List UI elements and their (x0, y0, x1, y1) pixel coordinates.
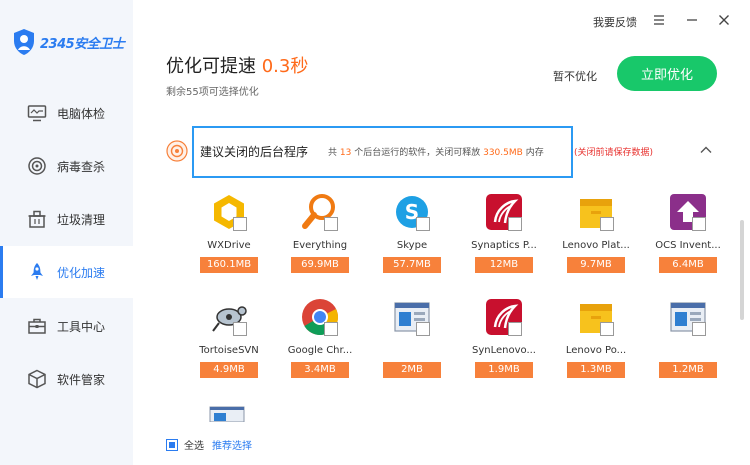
app-item-google-chrome[interactable]: Google Chr... 3.4MB (278, 297, 362, 387)
app-memory-size: 1.3MB (567, 362, 625, 378)
app-name: SynLenovo... (471, 345, 536, 356)
chevron-up-icon[interactable] (699, 143, 713, 157)
app-name: OCS Invent... (655, 240, 721, 251)
sidebar-item-label: 优化加速 (57, 266, 106, 280)
app-name: Lenovo Plat... (562, 240, 630, 251)
sidebar-item-label: 工具中心 (57, 320, 106, 334)
app-checkbox[interactable] (508, 322, 522, 336)
sidebar-item-junk-clean[interactable]: 垃圾清理 (0, 193, 133, 245)
app-memory-size: 3.4MB (291, 362, 349, 378)
app-name: Synaptics P... (471, 240, 537, 251)
app-checkbox[interactable] (600, 322, 614, 336)
sidebar-item-tool-center[interactable]: 工具中心 (0, 300, 133, 352)
app-checkbox[interactable] (233, 217, 247, 231)
app-name: WXDrive (207, 240, 251, 251)
app-checkbox[interactable] (324, 217, 338, 231)
speed-value: 0.3秒 (261, 56, 309, 77)
section-description: 共 13 个后台运行的软件，关闭可释放 330.5MB 内存 (328, 145, 544, 158)
desc-suffix: 内存 (525, 148, 544, 158)
app-item-synaptics[interactable]: Synaptics P... 12MB (462, 192, 546, 282)
trash-icon (28, 210, 46, 228)
app-memory-size: 6.4MB (659, 257, 717, 273)
shield-logo-icon (14, 29, 34, 55)
app-checkbox[interactable] (508, 217, 522, 231)
app-name: Everything (292, 240, 348, 251)
app-name: Skype (396, 240, 428, 251)
app-memory-size: 1.2MB (659, 362, 717, 378)
optimize-now-button[interactable]: 立即优化 (617, 56, 717, 91)
app-item-lenovo-platform[interactable]: Lenovo Plat... 9.7MB (554, 192, 638, 282)
app-memory-size: 69.9MB (291, 257, 349, 273)
sidebar-item-label: 软件管家 (57, 373, 106, 387)
app-memory-size: 4.9MB (200, 362, 258, 378)
sidebar-item-pc-checkup[interactable]: 电脑体检 (0, 87, 133, 139)
save-warning: (关闭前请保存数据) (574, 148, 654, 158)
app-item-skype[interactable]: S Skype 57.7MB (370, 192, 454, 282)
app-name: Lenovo Po... (565, 345, 627, 356)
app-checkbox[interactable] (692, 322, 706, 336)
program-count: 13 (339, 148, 352, 158)
app-item-synlenovo[interactable]: SynLenovo... 1.9MB (462, 297, 546, 387)
app-checkbox[interactable] (233, 322, 247, 336)
logo-text: 2345安全卫士 (40, 36, 125, 52)
sidebar-item-label: 电脑体检 (57, 107, 106, 121)
app-item-unnamed-1[interactable]: 2MB (370, 297, 454, 387)
app-item-wxdrive[interactable]: WXDrive 160.1MB (187, 192, 271, 282)
app-memory-size: 2MB (383, 362, 441, 378)
menu-icon[interactable] (651, 12, 667, 28)
app-item-lenovo-power[interactable]: Lenovo Po... 1.3MB (554, 297, 638, 387)
app-memory-size: 57.7MB (383, 257, 441, 273)
monitor-icon (27, 105, 47, 122)
window-icon (209, 406, 245, 422)
app-logo: 2345安全卫士 (12, 28, 125, 56)
minimize-icon[interactable] (684, 12, 700, 28)
section-title: 建议关闭的后台程序 (200, 145, 309, 159)
remaining-items-text: 剩余55项可选择优化 (166, 87, 259, 98)
desc-prefix: 共 (328, 148, 338, 158)
toolbox-icon (28, 318, 46, 334)
app-memory-size: 12MB (475, 257, 533, 273)
app-memory-size: 9.7MB (567, 257, 625, 273)
desc-mid: 个后台运行的软件，关闭可释放 (354, 148, 481, 158)
scrollbar-thumb[interactable] (740, 220, 744, 320)
box-icon (28, 369, 46, 389)
skip-optimize-button[interactable]: 暂不优化 (553, 68, 597, 84)
app-checkbox[interactable] (416, 322, 430, 336)
footer-controls: 全选 推荐选择 (166, 437, 252, 452)
title-prefix: 优化可提速 (166, 56, 256, 77)
app-name: TortoiseSVN (199, 345, 259, 356)
feedback-button[interactable]: 我要反馈 (593, 14, 637, 30)
sidebar-item-optimize[interactable]: 优化加速 (0, 246, 133, 298)
app-checkbox[interactable] (692, 217, 706, 231)
sidebar-item-label: 垃圾清理 (57, 213, 106, 227)
background-program-icon (166, 140, 188, 162)
close-icon[interactable] (716, 12, 732, 28)
app-item-tortoisesvn[interactable]: TortoiseSVN 4.9MB (187, 297, 271, 387)
sidebar-item-virus-scan[interactable]: 病毒查杀 (0, 140, 133, 192)
app-checkbox[interactable] (600, 217, 614, 231)
app-item-unnamed-2[interactable]: 1.2MB (646, 297, 730, 387)
sidebar-item-software-manager[interactable]: 软件管家 (0, 353, 133, 405)
app-memory-size: 1.9MB (475, 362, 533, 378)
app-item-everything[interactable]: Everything 69.9MB (278, 192, 362, 282)
app-checkbox[interactable] (416, 217, 430, 231)
page-title: 优化可提速 0.3秒 (166, 52, 308, 78)
app-name: Google Chr... (287, 345, 353, 356)
release-memory: 330.5MB (483, 148, 523, 158)
select-all-label[interactable]: 全选 (184, 437, 204, 452)
app-item-ocs-inventory[interactable]: OCS Invent... 6.4MB (646, 192, 730, 282)
app-checkbox[interactable] (324, 322, 338, 336)
sidebar-item-label: 病毒查杀 (57, 160, 106, 174)
rocket-icon (31, 263, 43, 280)
select-all-checkbox[interactable] (166, 438, 178, 451)
sidebar: 2345安全卫士 电脑体检 病毒查杀 垃圾清理 优化加速 工具中心 软件管家 (0, 0, 133, 465)
app-memory-size: 160.1MB (200, 257, 258, 273)
recommended-select-link[interactable]: 推荐选择 (212, 437, 252, 452)
target-icon (28, 157, 46, 175)
